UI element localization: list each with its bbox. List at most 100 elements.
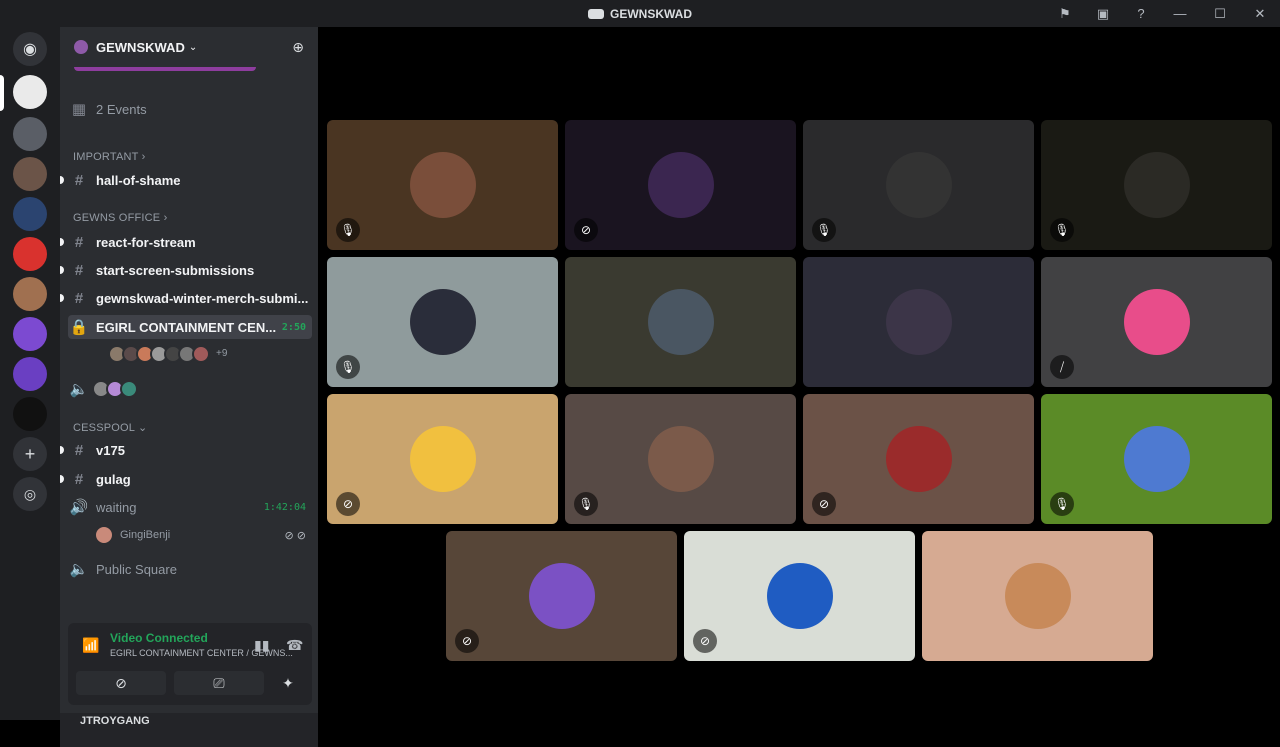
server-8[interactable] bbox=[13, 357, 47, 391]
activities-button[interactable]: ✦ bbox=[272, 671, 304, 695]
video-off-icon: ⊘ bbox=[455, 629, 479, 653]
voice-members-stack bbox=[92, 380, 138, 398]
server-7[interactable] bbox=[13, 317, 47, 351]
participant-avatar bbox=[528, 563, 595, 629]
mic-off-icon: 🎙 bbox=[574, 492, 598, 516]
voice-channel-unnamed[interactable]: 🔈 bbox=[68, 377, 312, 401]
camera-off-button[interactable]: ⊘ bbox=[76, 671, 166, 695]
channel-sidebar: GEWNSKWAD ⌄ ⊕ ▦ 2 Events IMPORTANT › # h… bbox=[60, 27, 318, 747]
events-row[interactable]: ▦ 2 Events bbox=[68, 97, 312, 121]
window-title: GEWNSKWAD bbox=[588, 7, 692, 21]
minimize-button[interactable]: — bbox=[1160, 0, 1200, 27]
hash-icon: # bbox=[74, 261, 84, 279]
screen-share-icon[interactable]: ▣ bbox=[1084, 0, 1122, 27]
participant-avatar bbox=[1123, 426, 1190, 492]
voice-channel-waiting[interactable]: 🔊 waiting 1:42:04 bbox=[68, 495, 312, 519]
title-bar: GEWNSKWAD ⚑ ▣ ? — ☐ ✕ bbox=[0, 0, 1280, 27]
avatar bbox=[94, 525, 114, 545]
server-6[interactable] bbox=[13, 277, 47, 311]
voice-members-stack[interactable]: +9 bbox=[108, 345, 227, 363]
channel-winter-merch[interactable]: # gewnskwad-winter-merch-submi... bbox=[60, 286, 312, 310]
channel-label: Public Square bbox=[96, 561, 177, 577]
mic-off-icon: 🎙 bbox=[1050, 492, 1074, 516]
server-header[interactable]: GEWNSKWAD ⌄ ⊕ bbox=[60, 27, 318, 67]
participant-avatar bbox=[647, 426, 714, 492]
category-cesspool[interactable]: CESSPOOL ⌄ bbox=[73, 421, 147, 434]
server-2[interactable] bbox=[13, 117, 47, 151]
voice-member-gingibenji[interactable]: GingiBenji ⊘ ⊘ bbox=[94, 523, 312, 547]
channel-start-screen-submissions[interactable]: # start-screen-submissions bbox=[60, 258, 312, 282]
channel-label: gulag bbox=[96, 471, 131, 487]
video-off-icon: ⊘ bbox=[812, 492, 836, 516]
participant-avatar bbox=[1123, 152, 1190, 218]
maximize-button[interactable]: ☐ bbox=[1200, 0, 1240, 27]
share-screen-button[interactable]: ⎚ bbox=[174, 671, 264, 695]
participant-tile[interactable]: 🎙 bbox=[327, 120, 558, 250]
signal-icon[interactable]: 📶 bbox=[82, 637, 99, 654]
category-important[interactable]: IMPORTANT › bbox=[73, 151, 145, 163]
participant-avatar bbox=[766, 563, 833, 629]
hash-icon: # bbox=[74, 289, 84, 307]
participant-tile[interactable]: 🎙 bbox=[1041, 120, 1272, 250]
voice-channel-public-square[interactable]: 🔈 Public Square bbox=[68, 557, 312, 581]
participant-tile[interactable]: 🎙 bbox=[565, 394, 796, 524]
channel-label: hall-of-shame bbox=[96, 172, 181, 188]
server-logo-icon bbox=[588, 8, 604, 19]
channel-label: EGIRL CONTAINMENT CEN... bbox=[96, 319, 277, 335]
events-label: 2 Events bbox=[96, 101, 147, 117]
username[interactable]: JTROYGANG bbox=[80, 715, 150, 727]
calendar-icon: ▦ bbox=[71, 101, 87, 118]
participant-tile[interactable]: ⧸ bbox=[1041, 257, 1272, 387]
participant-tile[interactable]: ⊘ bbox=[446, 531, 677, 661]
participant-avatar bbox=[409, 152, 476, 218]
channel-label: v175 bbox=[96, 442, 125, 458]
discover-icon[interactable]: ◎ bbox=[13, 477, 47, 511]
voice-timer: 2:50 bbox=[281, 321, 306, 333]
participant-tile[interactable] bbox=[565, 257, 796, 387]
hash-icon: # bbox=[74, 441, 84, 459]
server-3[interactable] bbox=[13, 157, 47, 191]
participant-avatar bbox=[885, 289, 952, 355]
help-icon[interactable]: ? bbox=[1122, 0, 1160, 27]
mic-off-icon: 🎙 bbox=[336, 355, 360, 379]
participant-tile[interactable]: 🎙 bbox=[1041, 394, 1272, 524]
channel-react-for-stream[interactable]: # react-for-stream bbox=[60, 230, 312, 254]
unread-indicator bbox=[60, 294, 64, 302]
participant-tile[interactable]: ⊘ bbox=[565, 120, 796, 250]
server-gewnskwad[interactable] bbox=[13, 75, 47, 109]
channel-v175[interactable]: # v175 bbox=[60, 438, 312, 462]
add-server-icon[interactable]: + bbox=[13, 437, 47, 471]
voice-status[interactable]: Video Connected bbox=[110, 631, 208, 645]
member-name: GingiBenji bbox=[120, 529, 171, 541]
window-title-text: GEWNSKWAD bbox=[610, 6, 692, 21]
participant-tile[interactable]: 🎙 bbox=[803, 120, 1034, 250]
unread-indicator bbox=[60, 446, 64, 454]
selected-server-pill bbox=[0, 75, 4, 111]
category-gewns-office[interactable]: GEWNS OFFICE › bbox=[73, 212, 167, 224]
noise-suppression-icon[interactable]: ▮▮ bbox=[254, 637, 269, 654]
mic-off-icon: 🎙 bbox=[1050, 218, 1074, 242]
participant-tile[interactable]: ⊘ bbox=[803, 394, 1034, 524]
server-9[interactable] bbox=[13, 397, 47, 431]
participant-tile[interactable]: 🎙 bbox=[327, 257, 558, 387]
chevron-down-icon: ⌄ bbox=[188, 41, 198, 53]
participant-tile[interactable] bbox=[922, 531, 1153, 661]
disconnect-icon[interactable]: ☎ bbox=[286, 637, 303, 654]
participant-tile[interactable]: ⊘ bbox=[327, 394, 558, 524]
voice-channel-egirl-containment[interactable]: 🔒 EGIRL CONTAINMENT CEN... 2:50 bbox=[68, 315, 312, 339]
voice-location[interactable]: EGIRL CONTAINMENT CENTER / GEWNS... bbox=[110, 648, 300, 658]
server-5[interactable] bbox=[13, 237, 47, 271]
channel-hall-of-shame[interactable]: # hall-of-shame bbox=[60, 168, 312, 192]
inbox-flag-icon[interactable]: ⚑ bbox=[1046, 0, 1084, 27]
server-icon bbox=[74, 40, 88, 54]
participant-avatar bbox=[885, 426, 952, 492]
discord-home-icon[interactable]: ◉ bbox=[13, 32, 47, 66]
invite-icon[interactable]: ⊕ bbox=[292, 39, 304, 56]
channel-gulag[interactable]: # gulag bbox=[60, 467, 312, 491]
user-panel: JTROYGANG bbox=[60, 713, 318, 747]
close-button[interactable]: ✕ bbox=[1240, 0, 1280, 27]
server-4[interactable] bbox=[13, 197, 47, 231]
participant-tile[interactable] bbox=[803, 257, 1034, 387]
participant-tile[interactable]: ⊘ bbox=[684, 531, 915, 661]
speaker-active-icon: 🔊 bbox=[69, 499, 89, 516]
